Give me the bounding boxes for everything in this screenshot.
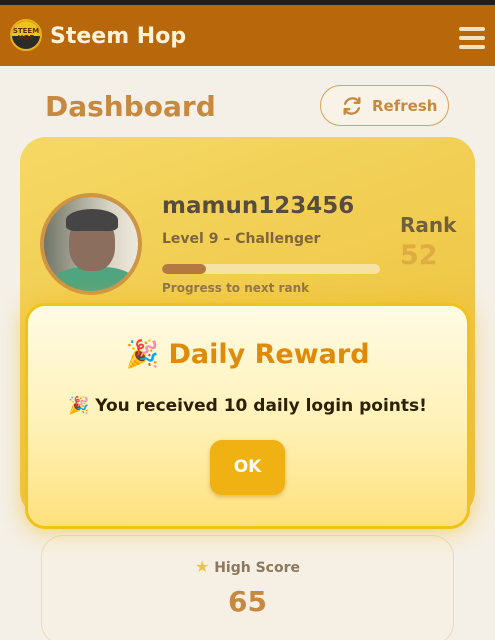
- logo-text: STEEM HOP: [12, 27, 40, 42]
- ok-label: OK: [233, 457, 262, 477]
- daily-reward-modal: [25, 303, 470, 529]
- ok-button[interactable]: OK: [210, 440, 285, 495]
- party-popper-icon: 🎉: [68, 396, 90, 416]
- app-title[interactable]: Steem Hop: [50, 24, 186, 49]
- party-popper-icon: 🎉: [125, 339, 160, 370]
- modal-message: You received 10 daily login points!: [95, 396, 427, 416]
- hamburger-menu-icon[interactable]: [459, 27, 485, 51]
- modal-title: Daily Reward: [168, 339, 370, 370]
- app-logo[interactable]: STEEM HOP: [10, 19, 42, 51]
- modal-title-row: 🎉 Daily Reward: [25, 338, 470, 370]
- top-navbar: STEEM HOP Steem Hop: [0, 0, 495, 66]
- modal-message-row: 🎉 You received 10 daily login points!: [25, 396, 470, 416]
